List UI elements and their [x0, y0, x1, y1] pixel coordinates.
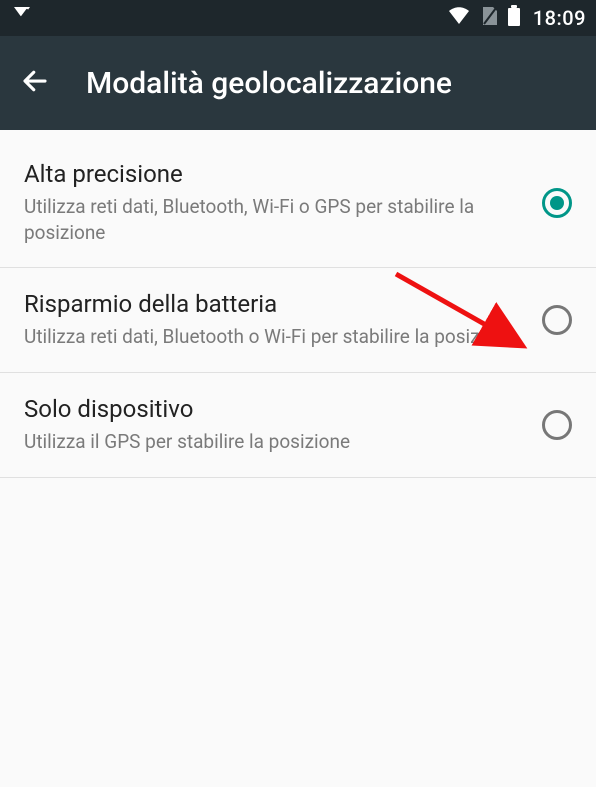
- sim-icon: [479, 5, 499, 31]
- option-high-accuracy[interactable]: Alta precisione Utilizza reti dati, Blue…: [0, 130, 596, 268]
- option-text: Risparmio della batteria Utilizza reti d…: [24, 290, 542, 350]
- option-description: Utilizza reti dati, Bluetooth, Wi-Fi o G…: [24, 194, 526, 245]
- page-title: Modalità geolocalizzazione: [86, 66, 452, 101]
- option-title: Risparmio della batteria: [24, 290, 526, 318]
- option-device-only[interactable]: Solo dispositivo Utilizza il GPS per sta…: [0, 373, 596, 478]
- options-list: Alta precisione Utilizza reti dati, Blue…: [0, 130, 596, 478]
- status-time: 18:09: [533, 6, 586, 30]
- status-bar: 18:09: [0, 0, 596, 36]
- battery-icon: [507, 5, 521, 31]
- status-right: 18:09: [447, 5, 586, 31]
- option-title: Alta precisione: [24, 160, 526, 188]
- status-left: [10, 4, 34, 32]
- back-button[interactable]: [20, 66, 50, 100]
- option-text: Solo dispositivo Utilizza il GPS per sta…: [24, 395, 542, 455]
- option-description: Utilizza il GPS per stabilire la posizio…: [24, 429, 526, 455]
- option-description: Utilizza reti dati, Bluetooth o Wi-Fi pe…: [24, 324, 526, 350]
- wifi-icon: [447, 6, 471, 30]
- radio-unselected-icon[interactable]: [542, 305, 572, 335]
- radio-unselected-icon[interactable]: [542, 410, 572, 440]
- app-notification-icon: [10, 4, 34, 32]
- app-bar: Modalità geolocalizzazione: [0, 36, 596, 130]
- radio-selected-icon[interactable]: [542, 188, 572, 218]
- option-title: Solo dispositivo: [24, 395, 526, 423]
- option-text: Alta precisione Utilizza reti dati, Blue…: [24, 160, 542, 245]
- option-battery-saving[interactable]: Risparmio della batteria Utilizza reti d…: [0, 268, 596, 373]
